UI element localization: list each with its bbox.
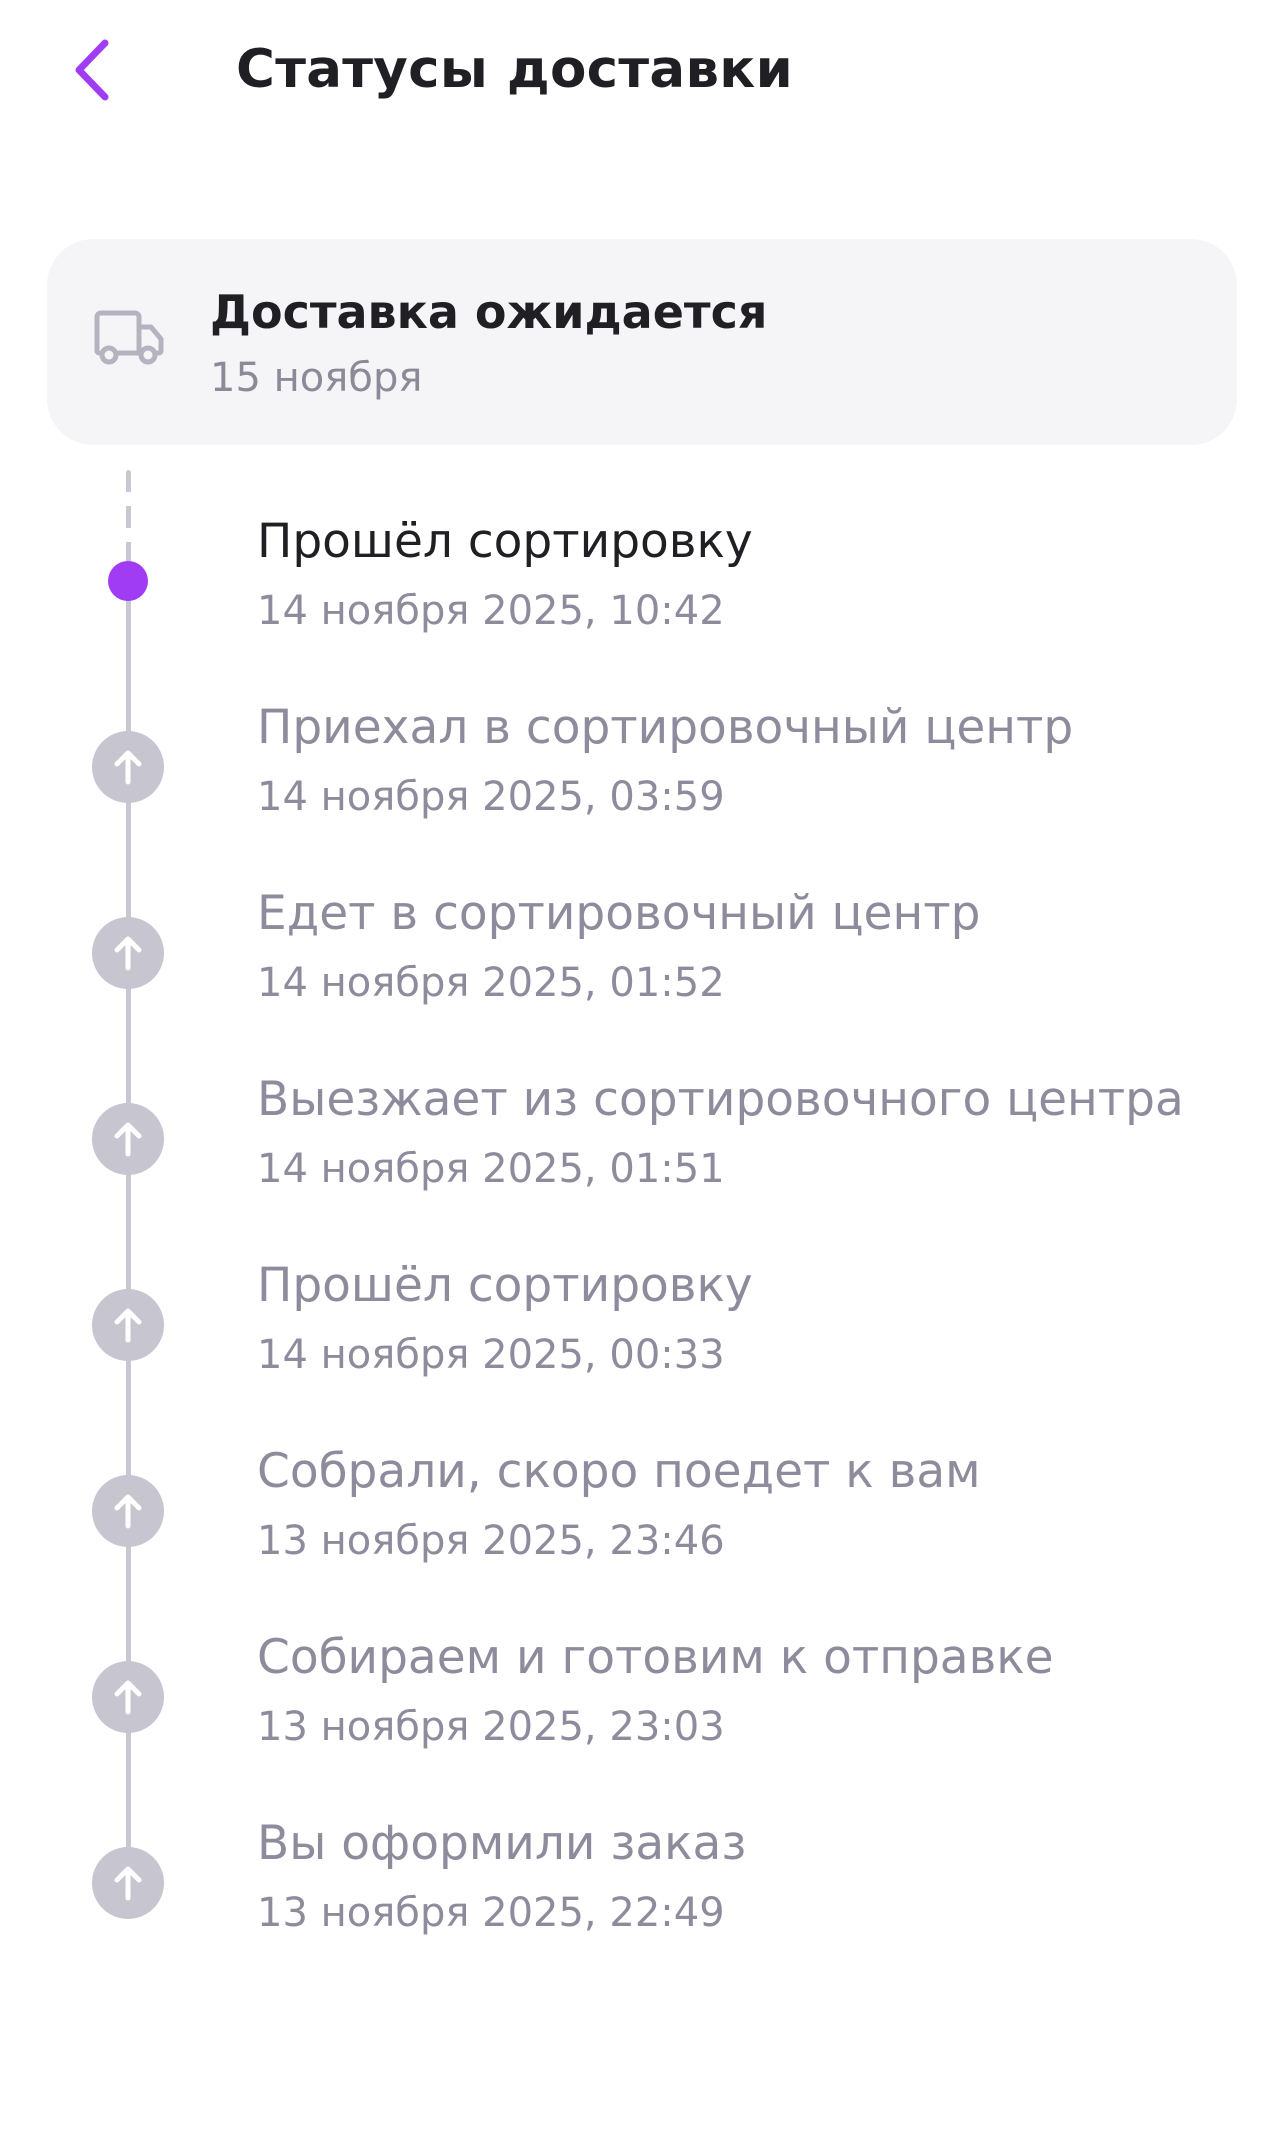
event-time: 14 ноября 2025, 00:33 bbox=[257, 1332, 725, 1378]
truck-icon bbox=[94, 310, 164, 365]
event-title: Прошёл сортировку bbox=[257, 514, 753, 569]
status-marker bbox=[92, 917, 164, 989]
event-time: 14 ноября 2025, 03:59 bbox=[257, 774, 725, 820]
event-title: Выезжает из сортировочного центра bbox=[257, 1072, 1184, 1127]
event-time: 13 ноября 2025, 23:46 bbox=[257, 1518, 725, 1564]
status-marker bbox=[92, 1289, 164, 1361]
arrow-up-icon bbox=[114, 750, 142, 785]
chevron-left-icon bbox=[75, 39, 109, 101]
status-marker bbox=[92, 1103, 164, 1175]
event-title: Прошёл сортировку bbox=[257, 1258, 753, 1313]
current-status-dot bbox=[108, 561, 148, 601]
page-title: Статусы доставки bbox=[236, 39, 794, 100]
expected-delivery-date: 15 ноября bbox=[210, 355, 423, 401]
timeline-event: Вы оформили заказ 13 ноября 2025, 22:49 bbox=[0, 1814, 1280, 2000]
header: Статусы доставки bbox=[0, 0, 1280, 150]
arrow-up-icon bbox=[114, 1680, 142, 1715]
timeline-event: Едет в сортировочный центр 14 ноября 202… bbox=[0, 884, 1280, 1070]
event-time: 14 ноября 2025, 10:42 bbox=[257, 588, 725, 634]
back-button[interactable] bbox=[56, 30, 126, 110]
status-marker bbox=[92, 731, 164, 803]
status-marker bbox=[92, 1847, 164, 1919]
timeline-event-current: Прошёл сортировку 14 ноября 2025, 10:42 bbox=[0, 512, 1280, 698]
event-time: 14 ноября 2025, 01:51 bbox=[257, 1146, 725, 1192]
timeline-event: Приехал в сортировочный центр 14 ноября … bbox=[0, 698, 1280, 884]
arrow-up-icon bbox=[114, 1308, 142, 1343]
arrow-up-icon bbox=[114, 1122, 142, 1157]
timeline-event: Собираем и готовим к отправке 13 ноября … bbox=[0, 1628, 1280, 1814]
event-time: 13 ноября 2025, 23:03 bbox=[257, 1704, 725, 1750]
arrow-up-icon bbox=[114, 1866, 142, 1901]
event-title: Собрали, скоро поедет к вам bbox=[257, 1444, 981, 1499]
status-marker bbox=[92, 1661, 164, 1733]
timeline-event: Собрали, скоро поедет к вам 13 ноября 20… bbox=[0, 1442, 1280, 1628]
event-time: 13 ноября 2025, 22:49 bbox=[257, 1890, 725, 1936]
expected-delivery-title: Доставка ожидается bbox=[210, 285, 768, 339]
event-title: Собираем и готовим к отправке bbox=[257, 1630, 1054, 1685]
event-title: Вы оформили заказ bbox=[257, 1816, 747, 1871]
event-time: 14 ноября 2025, 01:52 bbox=[257, 960, 725, 1006]
event-title: Едет в сортировочный центр bbox=[257, 886, 981, 941]
timeline-event: Прошёл сортировку 14 ноября 2025, 00:33 bbox=[0, 1256, 1280, 1442]
event-title: Приехал в сортировочный центр bbox=[257, 700, 1074, 755]
status-timeline: Прошёл сортировку 14 ноября 2025, 10:42 … bbox=[0, 460, 1280, 1980]
expected-delivery-card: Доставка ожидается 15 ноября bbox=[47, 239, 1237, 445]
arrow-up-icon bbox=[114, 1494, 142, 1529]
status-marker bbox=[92, 1475, 164, 1547]
timeline-event: Выезжает из сортировочного центра 14 ноя… bbox=[0, 1070, 1280, 1256]
arrow-up-icon bbox=[114, 936, 142, 971]
